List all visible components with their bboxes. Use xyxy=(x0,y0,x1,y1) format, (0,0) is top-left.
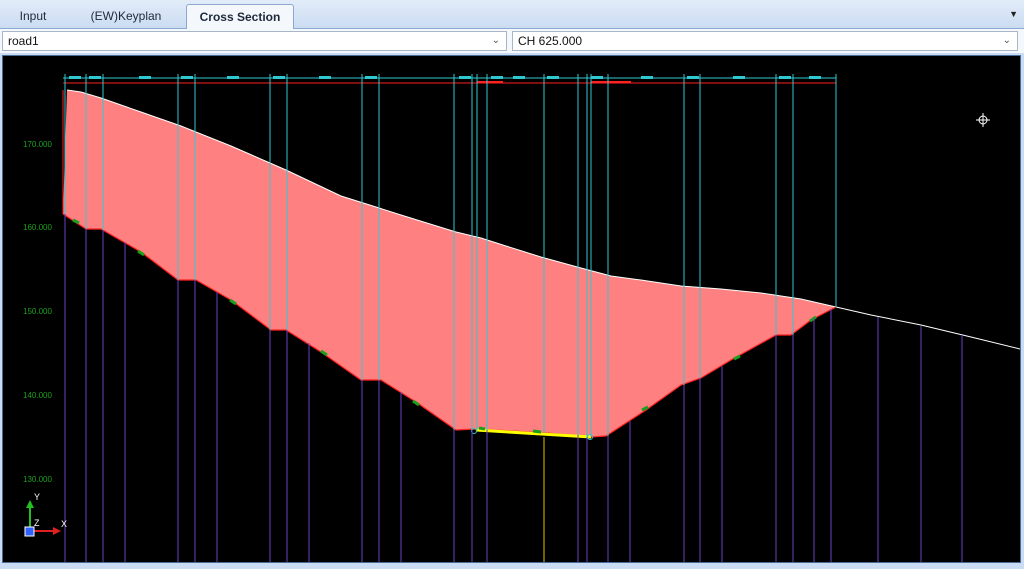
chevron-down-icon: ⌄ xyxy=(491,35,500,46)
ucs-axis-icon: Y Z X xyxy=(24,492,67,537)
x-axis-label: X xyxy=(61,519,67,529)
cross-section-viewport[interactable]: 170.000 160.000 150.000 140.000 130.000 … xyxy=(2,55,1021,563)
toolbar: road1 ⌄ CH 625.000 ⌄ xyxy=(0,29,1024,53)
chevron-down-icon: ⌄ xyxy=(1002,35,1011,46)
crosshair-cursor-icon xyxy=(976,113,990,127)
excavation-fill xyxy=(63,90,836,437)
road-select-value: road1 xyxy=(8,34,39,48)
cross-section-drawing: 170.000 160.000 150.000 140.000 130.000 … xyxy=(23,74,1021,562)
elevation-label: 150.000 xyxy=(23,307,52,316)
y-axis-label: Y xyxy=(34,492,40,502)
elevation-label: 160.000 xyxy=(23,223,52,232)
tab-overflow-icon[interactable]: ▼ xyxy=(1009,9,1018,19)
tab-cross-section[interactable]: Cross Section xyxy=(186,4,294,30)
elevation-label: 130.000 xyxy=(23,475,52,484)
elevation-label: 140.000 xyxy=(23,391,52,400)
elevation-label: 170.000 xyxy=(23,140,52,149)
tab-bar: Input (EW)Keyplan Cross Section ▼ xyxy=(0,0,1024,30)
z-axis-label: Z xyxy=(34,518,40,528)
status-strip xyxy=(0,563,1024,569)
chainage-select[interactable]: CH 625.000 ⌄ xyxy=(512,31,1018,51)
road-select[interactable]: road1 ⌄ xyxy=(2,31,507,51)
chainage-select-value: CH 625.000 xyxy=(518,34,583,48)
tab-input[interactable]: Input xyxy=(8,4,58,29)
tab-keyplan[interactable]: (EW)Keyplan xyxy=(86,4,166,29)
